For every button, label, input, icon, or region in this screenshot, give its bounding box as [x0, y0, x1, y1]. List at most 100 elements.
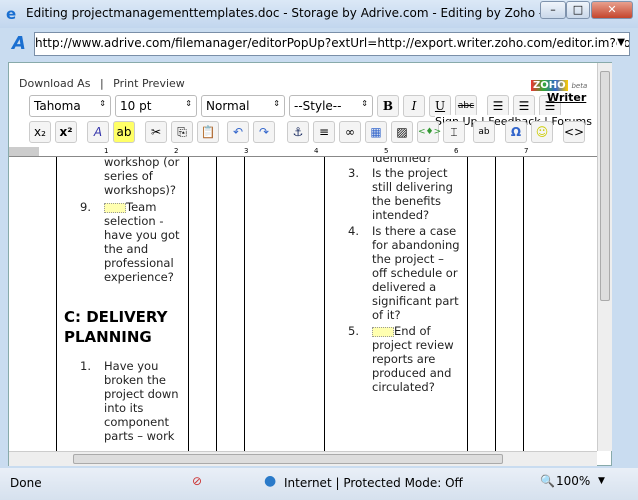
text-line: reports are [372, 352, 436, 366]
title-bar: e Editing projectmanagementtemplates.doc… [0, 0, 638, 28]
html-source-icon[interactable]: <> [563, 121, 585, 143]
link-icon[interactable]: ∞ [339, 121, 361, 143]
italic-button[interactable]: I [403, 95, 425, 117]
text-line: broken the [104, 373, 166, 387]
strikethrough-button[interactable]: abc [455, 95, 477, 117]
highlight-icon[interactable]: ab [113, 121, 135, 143]
menu-bar: Download As | Print Preview [19, 77, 185, 90]
text-line: series of [104, 169, 153, 183]
text-line: Have you [104, 359, 159, 373]
maximize-button[interactable]: □ [566, 1, 590, 19]
text-line: have you got [104, 228, 180, 242]
list-number: 4. [348, 224, 359, 238]
text-line: still delivering [372, 180, 453, 194]
close-button[interactable]: ✕ [591, 1, 633, 19]
text-line: Is there a case [372, 224, 457, 238]
url-text: http://www.adrive.com/filemanager/editor… [35, 36, 630, 50]
font-value: Tahoma [34, 99, 81, 113]
underline-button[interactable]: U [429, 95, 451, 117]
menu-separator: | [99, 77, 104, 90]
zoom-icon[interactable]: 🔍 [540, 474, 555, 488]
text-line: significant part [372, 294, 459, 308]
cut-icon[interactable]: ✂ [145, 121, 167, 143]
ruler-tick: 1 [104, 147, 109, 155]
redo-icon[interactable]: ↷ [253, 121, 275, 143]
text-line: the and [104, 242, 149, 256]
spellcheck-icon[interactable]: ab [473, 121, 495, 143]
style-value: --Style-- [294, 99, 342, 113]
blocked-icon[interactable]: ⊘ [192, 474, 202, 488]
zoho-writer-logo[interactable]: ZOHO beta Writer [531, 77, 591, 104]
special-char-icon[interactable]: Ω [505, 121, 527, 143]
text-line: project review [372, 338, 454, 352]
font-color-icon[interactable]: A [87, 121, 109, 143]
zoho-logo-text: ZOHO [531, 80, 568, 91]
print-preview-link[interactable]: Print Preview [113, 77, 185, 90]
image-icon[interactable]: ▨ [391, 121, 413, 143]
ruler-tick: 6 [454, 147, 459, 155]
download-as-link[interactable]: Download As [19, 77, 90, 90]
subscript-icon[interactable]: x₂ [29, 121, 51, 143]
text-line: End of [394, 324, 431, 338]
globe-icon: ● [264, 473, 277, 489]
minimize-button[interactable]: – [540, 1, 566, 19]
text-line: circulated? [372, 380, 435, 394]
bold-button[interactable]: B [377, 95, 399, 117]
scroll-thumb[interactable] [600, 71, 610, 301]
scroll-thumb[interactable] [73, 454, 503, 464]
align-left-icon[interactable]: ☰ [487, 95, 509, 117]
document-body[interactable]: workshop (or series of workshops)? 9. Te… [9, 157, 597, 451]
horizontal-scrollbar[interactable] [9, 451, 597, 466]
superscript-icon[interactable]: x² [55, 121, 77, 143]
undo-icon[interactable]: ↶ [227, 121, 249, 143]
list-number: 1. [80, 359, 91, 373]
zoom-dropdown-icon[interactable]: ▼ [598, 476, 605, 486]
paste-icon[interactable]: 📋 [197, 121, 219, 143]
ruler-tick: 4 [314, 147, 319, 155]
text-line: into its [104, 401, 144, 415]
text-line: workshop (or [104, 157, 180, 169]
paragraph-value: Normal [206, 99, 250, 113]
ie-icon: e [6, 5, 17, 23]
size-select[interactable]: 10 pt ⇕ [115, 95, 197, 117]
section-heading: C: DELIVERY PLANNING [64, 307, 168, 347]
text-line: identified? [372, 157, 433, 165]
text-line: off schedule or [372, 266, 458, 280]
text-line: Team [126, 200, 157, 214]
table-icon[interactable]: ▦ [365, 121, 387, 143]
text-line: for abandoning [372, 238, 460, 252]
dropdown-arrow-icon[interactable]: ▼ [617, 37, 625, 48]
text-line: parts – work [104, 429, 175, 443]
ruler: 1 2 3 4 5 6 7 [9, 147, 597, 157]
horizontal-rule-icon[interactable]: ≡ [313, 121, 335, 143]
text-line: delivered a [372, 280, 437, 294]
vertical-scrollbar[interactable] [597, 63, 612, 451]
paragraph-select[interactable]: Normal ⇕ [201, 95, 285, 117]
smiley-icon[interactable]: ☺ [531, 121, 553, 143]
text-line: produced and [372, 366, 452, 380]
editor-area: Download As | Print Preview Tahoma ⇕ 10 p… [8, 62, 612, 466]
text-line: professional [104, 256, 174, 270]
style-select[interactable]: --Style-- ⇕ [289, 95, 373, 117]
text-line: project down [104, 387, 179, 401]
font-select[interactable]: Tahoma ⇕ [29, 95, 111, 117]
list-number: 3. [348, 166, 359, 180]
page-break-icon[interactable]: ⌶ [443, 121, 465, 143]
anchor-icon[interactable]: ⚓ [287, 121, 309, 143]
writer-label: Writer [547, 91, 587, 104]
window-title: Editing projectmanagementtemplates.doc -… [26, 6, 589, 20]
heading-line: PLANNING [64, 328, 152, 346]
bookmark-marker [372, 326, 394, 337]
text-line: experience? [104, 270, 174, 284]
bookmark-marker [104, 202, 126, 213]
embed-icon[interactable]: <♦> [417, 121, 441, 143]
ruler-tick: 7 [524, 147, 529, 155]
status-text: Done [10, 476, 42, 490]
list-number: 5. [348, 324, 359, 338]
copy-icon[interactable]: ⎘ [171, 121, 193, 143]
address-bar[interactable]: http://www.adrive.com/filemanager/editor… [34, 32, 630, 56]
ruler-tick: 3 [244, 147, 249, 155]
zoom-level[interactable]: 100% [556, 474, 590, 488]
size-value: 10 pt [120, 99, 152, 113]
text-line: the project – [372, 252, 444, 266]
